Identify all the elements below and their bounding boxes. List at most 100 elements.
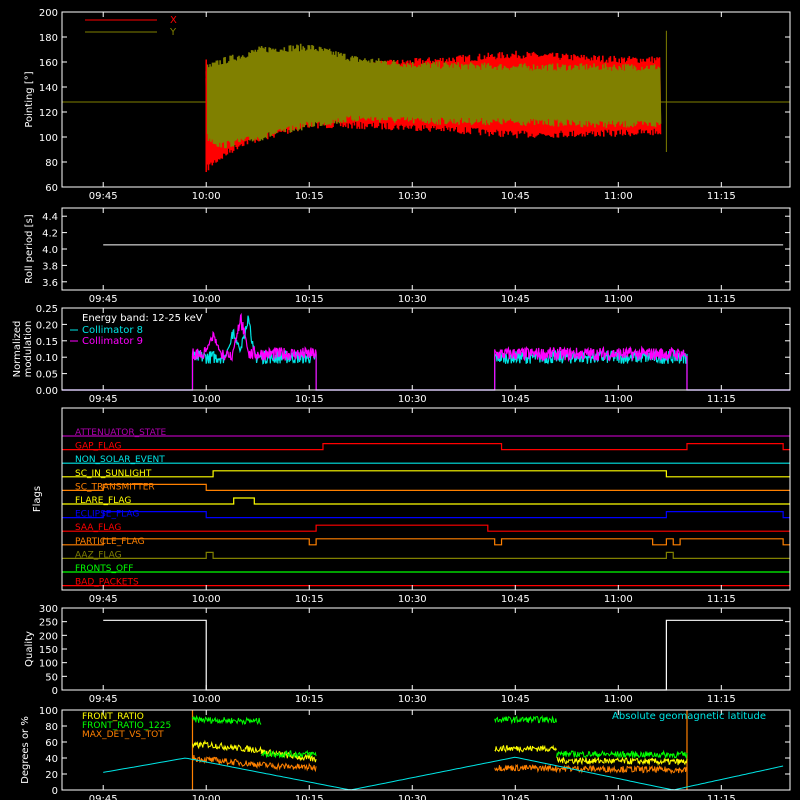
flag-line-sc-transmitter	[62, 483, 790, 491]
ratios-xtick-label: 11:00	[604, 794, 633, 800]
quality-xtick-label: 09:45	[89, 694, 118, 705]
pointing-legend-label-x: X	[170, 15, 177, 26]
flags-xtick-label: 09:45	[89, 594, 118, 605]
ratios-legend-geomagnetic-latitude: Absolute geomagnetic latitude	[612, 711, 766, 722]
flags-xtick-label: 10:15	[295, 594, 324, 605]
flag-line-sc-in-sunlight	[62, 470, 790, 478]
quality-xtick-label: 10:45	[501, 694, 530, 705]
pointing-xtick-label: 11:00	[604, 191, 633, 202]
quality-ytick-label: 50	[45, 672, 58, 683]
pointing-ytick-label: 160	[39, 58, 58, 69]
pointing-xtick-label: 10:15	[295, 191, 324, 202]
modulation-ytick-label: 0.05	[36, 370, 58, 381]
modulation-ytick-label: 0.20	[36, 320, 58, 331]
modulation-ytick-label: 0.10	[36, 353, 58, 364]
ratios-xtick-label: 09:45	[89, 794, 118, 800]
flags-xtick-label: 10:30	[398, 594, 427, 605]
roll-xtick-label: 10:15	[295, 294, 324, 305]
quality-xtick-label: 11:15	[707, 694, 736, 705]
roll-xtick-label: 10:45	[501, 294, 530, 305]
roll-ytick-label: 4.0	[42, 245, 58, 256]
ratios-xtick-label: 10:45	[501, 794, 530, 800]
modulation-legend-label-collimator-8: Collimator 8	[82, 325, 143, 336]
flag-label-sc-in-sunlight: SC_IN_SUNLIGHT	[75, 469, 152, 479]
flag-label-particle-flag: PARTICLE_FLAG	[75, 537, 145, 547]
roll-xtick-label: 11:15	[707, 294, 736, 305]
quality-line	[103, 619, 784, 691]
flag-line-saa-flag	[62, 524, 790, 532]
ratios-ytick-label: 60	[45, 738, 58, 749]
flag-label-flare-flag: FLARE_FLAG	[75, 496, 131, 506]
flag-label-fronts-off: FRONTS_OFF	[75, 564, 133, 574]
flag-label-saa-flag: SAA_FLAG	[75, 523, 121, 533]
flags-xtick-label: 10:00	[192, 594, 221, 605]
ratios-xtick-label: 10:00	[192, 794, 221, 800]
quality-ytick-label: 250	[39, 618, 58, 629]
modulation-energy-band-label: Energy band: 12-25 keV	[82, 313, 203, 324]
modulation-xtick-label: 10:00	[192, 394, 221, 405]
pointing-ylabel: Pointing [°]	[24, 71, 35, 127]
flag-line-eclipse-flag	[62, 511, 790, 519]
quality-xtick-label: 11:00	[604, 694, 633, 705]
ratios-ytick-label: 0	[52, 786, 58, 797]
quality-ytick-label: 0	[52, 686, 58, 697]
flag-label-eclipse-flag: ECLIPSE_FLAG	[75, 510, 139, 520]
modulation-xtick-label: 10:30	[398, 394, 427, 405]
modulation-xtick-label: 10:45	[501, 394, 530, 405]
roll-ytick-label: 4.4	[42, 212, 58, 223]
pointing-ytick-label: 100	[39, 133, 58, 144]
pointing-ytick-label: 140	[39, 83, 58, 94]
modulation-series-collimator-9	[62, 312, 790, 391]
roll-ylabel: Roll period [s]	[24, 214, 35, 283]
flags-xtick-label: 10:45	[501, 594, 530, 605]
pointing-ytick-label: 200	[39, 8, 58, 19]
modulation-legend-label-collimator-9: Collimator 9	[82, 336, 143, 347]
roll-xtick-label: 10:30	[398, 294, 427, 305]
flags-frame	[61, 407, 791, 591]
flag-label-sc-transmitter: SC_TRANSMITTER	[75, 482, 155, 492]
quicklook-chart: 09:45 10:00 10:15 10:30 10:45 11:00 11:15 60 80 1…	[12, 8, 791, 800]
roll-ytick-label: 4.2	[42, 229, 58, 240]
flag-label-non-solar-event: NON_SOLAR_EVENT	[75, 455, 165, 465]
pointing-ytick-label: 120	[39, 108, 58, 119]
quality-xtick-label: 10:00	[192, 694, 221, 705]
modulation-ylabel-line1: Normalized	[12, 321, 23, 378]
ratios-ytick-label: 100	[39, 706, 58, 717]
roll-ytick-label: 3.6	[42, 278, 58, 289]
pointing-xtick-label: 10:45	[501, 191, 530, 202]
modulation-ytick-label: 0.00	[36, 386, 58, 397]
ratios-legend-max-det-vs-tot: MAX_DET_VS_TOT	[82, 730, 164, 740]
modulation-xtick-label: 10:15	[295, 394, 324, 405]
pointing-ytick-label: 60	[45, 183, 58, 194]
ratios-xtick-label: 11:15	[707, 794, 736, 800]
pointing-legend-label-y: Y	[169, 27, 177, 38]
ratios-ytick-label: 20	[45, 770, 58, 781]
modulation-ytick-label: 0.15	[36, 337, 58, 348]
quality-ytick-label: 100	[39, 659, 58, 670]
modulation-ytick-label: 0.25	[36, 304, 58, 315]
pointing-xtick-label: 10:30	[398, 191, 427, 202]
quality-ytick-label: 200	[39, 631, 58, 642]
quality-ytick-label: 150	[39, 645, 58, 656]
flag-label-aaz-flag: AAZ_FLAG	[75, 550, 122, 560]
ratios-ytick-label: 40	[45, 754, 58, 765]
flag-label-gap-flag: GAP_FLAG	[75, 442, 121, 452]
pointing-ytick-label: 180	[39, 33, 58, 44]
modulation-ylabel-line2: modulation	[23, 321, 34, 378]
ratios-ytick-label: 80	[45, 722, 58, 733]
quality-xtick-label: 10:15	[295, 694, 324, 705]
roll-xtick-label: 11:00	[604, 294, 633, 305]
ratios-xtick-label: 10:15	[295, 794, 324, 800]
flags-ylabel: Flags	[32, 486, 43, 512]
flag-label-attenuator-state: ATTENUATOR_STATE	[75, 428, 167, 438]
roll-xtick-label: 09:45	[89, 294, 118, 305]
flag-line-aaz-flag	[62, 551, 790, 559]
roll-ytick-label: 3.8	[42, 261, 58, 272]
roll-xtick-label: 10:00	[192, 294, 221, 305]
roll-frame	[61, 207, 791, 291]
ratios-xtick-label: 10:30	[398, 794, 427, 800]
flag-line-flare-flag	[62, 497, 790, 505]
modulation-xtick-label: 09:45	[89, 394, 118, 405]
flag-label-bad-packets: BAD_PACKETS	[75, 578, 139, 588]
pointing-xtick-label: 10:00	[192, 191, 221, 202]
